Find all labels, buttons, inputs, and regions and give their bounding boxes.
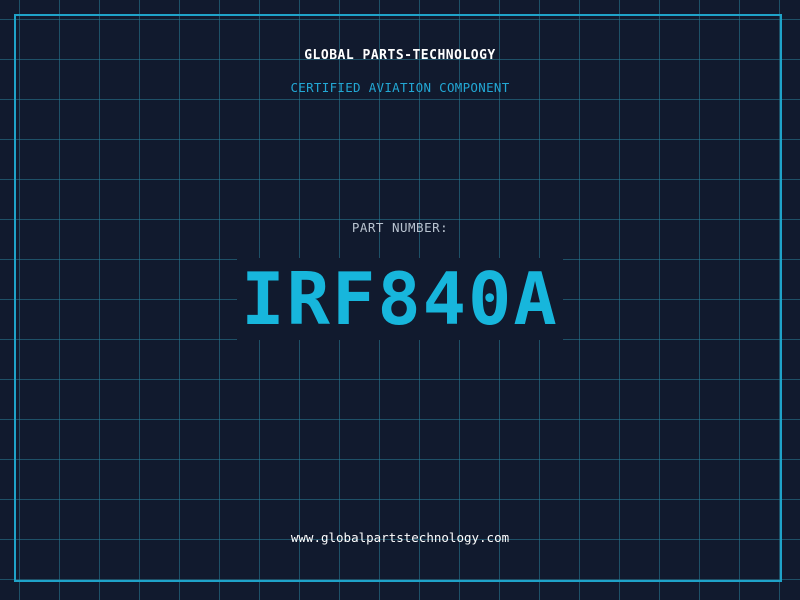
company-name: GLOBAL PARTS-TECHNOLOGY	[304, 48, 496, 63]
certificate-page: GLOBAL PARTS-TECHNOLOGY CERTIFIED AVIATI…	[0, 0, 800, 600]
website-url: www.globalpartstechnology.com	[290, 530, 510, 545]
part-number-label: PART NUMBER:	[351, 220, 449, 235]
part-number-value: IRF840A	[237, 258, 563, 340]
certification-subtitle: CERTIFIED AVIATION COMPONENT	[290, 80, 510, 95]
part-number-container: IRF840A	[0, 258, 800, 340]
